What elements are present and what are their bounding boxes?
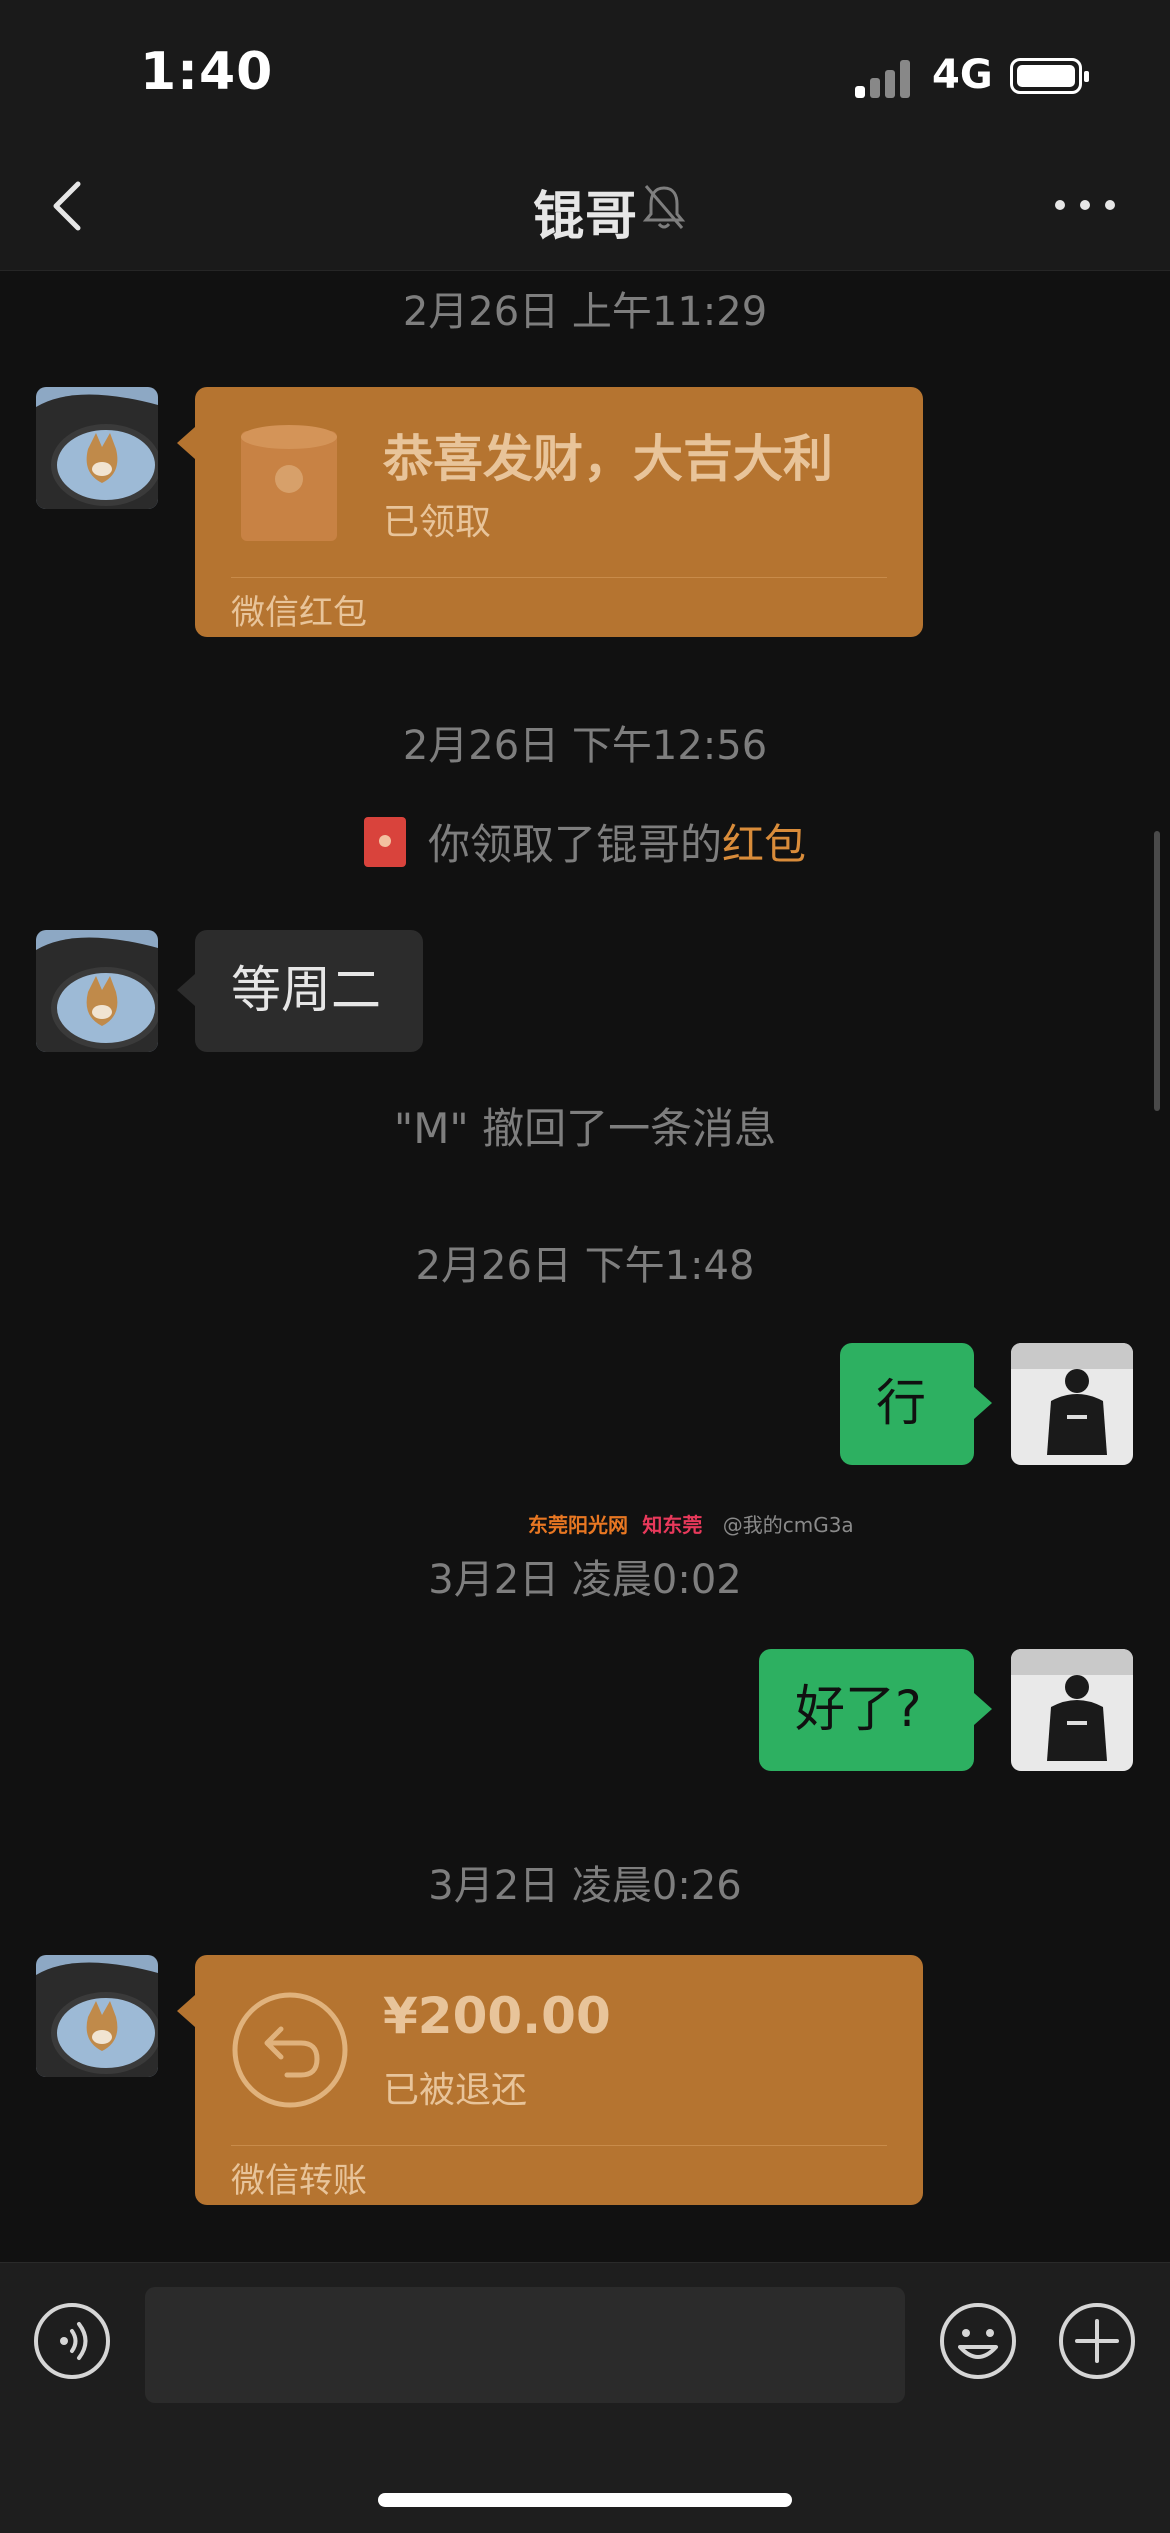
message-text: 等周二 [231,961,381,1019]
mute-bell-icon [642,185,686,229]
voice-icon[interactable] [32,2301,112,2381]
recall-notice: "M" 撤回了一条消息 [393,1104,777,1153]
red-packet-icon [241,425,337,541]
self-avatar[interactable] [1011,1649,1133,1771]
red-packet-card[interactable]: 恭喜发财，大吉大利 已领取 微信红包 [177,387,923,637]
refund-icon [232,1992,348,2108]
message-bubble[interactable]: 等周二 [177,930,423,1052]
message-input[interactable] [145,2287,905,2403]
status-bar: 1:40 4G [0,0,1170,150]
red-packet-footer: 微信红包 [231,593,367,633]
timestamp: 3月2日 凌晨0:02 [428,1557,742,1603]
message-text: 行 [876,1374,926,1432]
chat-title: 锟哥 [532,187,637,247]
transfer-amount: ¥200.00 [383,1987,611,2045]
timestamp: 3月2日 凌晨0:26 [428,1863,742,1909]
chat-header: 锟哥 [0,150,1170,271]
transfer-status: 已被退还 [383,2070,528,2111]
contact-avatar[interactable] [36,1955,158,2077]
status-time: 1:40 [140,42,274,102]
red-packet-title: 恭喜发财，大吉大利 [383,430,833,488]
message-text: 好了? [795,1680,922,1738]
red-packet-small-icon [363,817,406,867]
watermark: 东莞阳光网 知东莞 @我的cmG3a [528,1513,854,1537]
self-avatar[interactable] [1011,1343,1133,1465]
plus-icon[interactable] [1057,2301,1137,2381]
battery-icon [1010,58,1089,94]
chat-area[interactable]: 2月26日 上午11:29 恭喜发财，大吉大利 已领取 微信红包 2月26日 下… [0,271,1170,2261]
timestamp: 2月26日 上午11:29 [402,289,768,335]
message-bubble-self[interactable]: 好了? [759,1649,992,1771]
transfer-footer: 微信转账 [231,2161,367,2201]
home-indicator [378,2493,792,2507]
red-packet-link[interactable]: 红包 [722,820,806,869]
contact-avatar[interactable] [36,930,158,1052]
scrollbar[interactable] [1154,831,1160,1111]
red-packet-status: 已领取 [383,502,492,543]
input-bar [0,2262,1170,2533]
network-type: 4G [932,52,993,98]
emoji-icon[interactable] [938,2301,1018,2381]
contact-avatar[interactable] [36,387,158,509]
more-dots-icon[interactable] [1050,190,1120,220]
signal-icon [855,58,915,98]
timestamp: 2月26日 下午1:48 [415,1243,755,1289]
transfer-card[interactable]: ¥200.00 已被退还 微信转账 [177,1955,923,2205]
message-bubble-self[interactable]: 行 [840,1343,992,1465]
timestamp: 2月26日 下午12:56 [402,723,768,769]
red-packet-notice: 你领取了锟哥的红包 [0,811,1170,872]
